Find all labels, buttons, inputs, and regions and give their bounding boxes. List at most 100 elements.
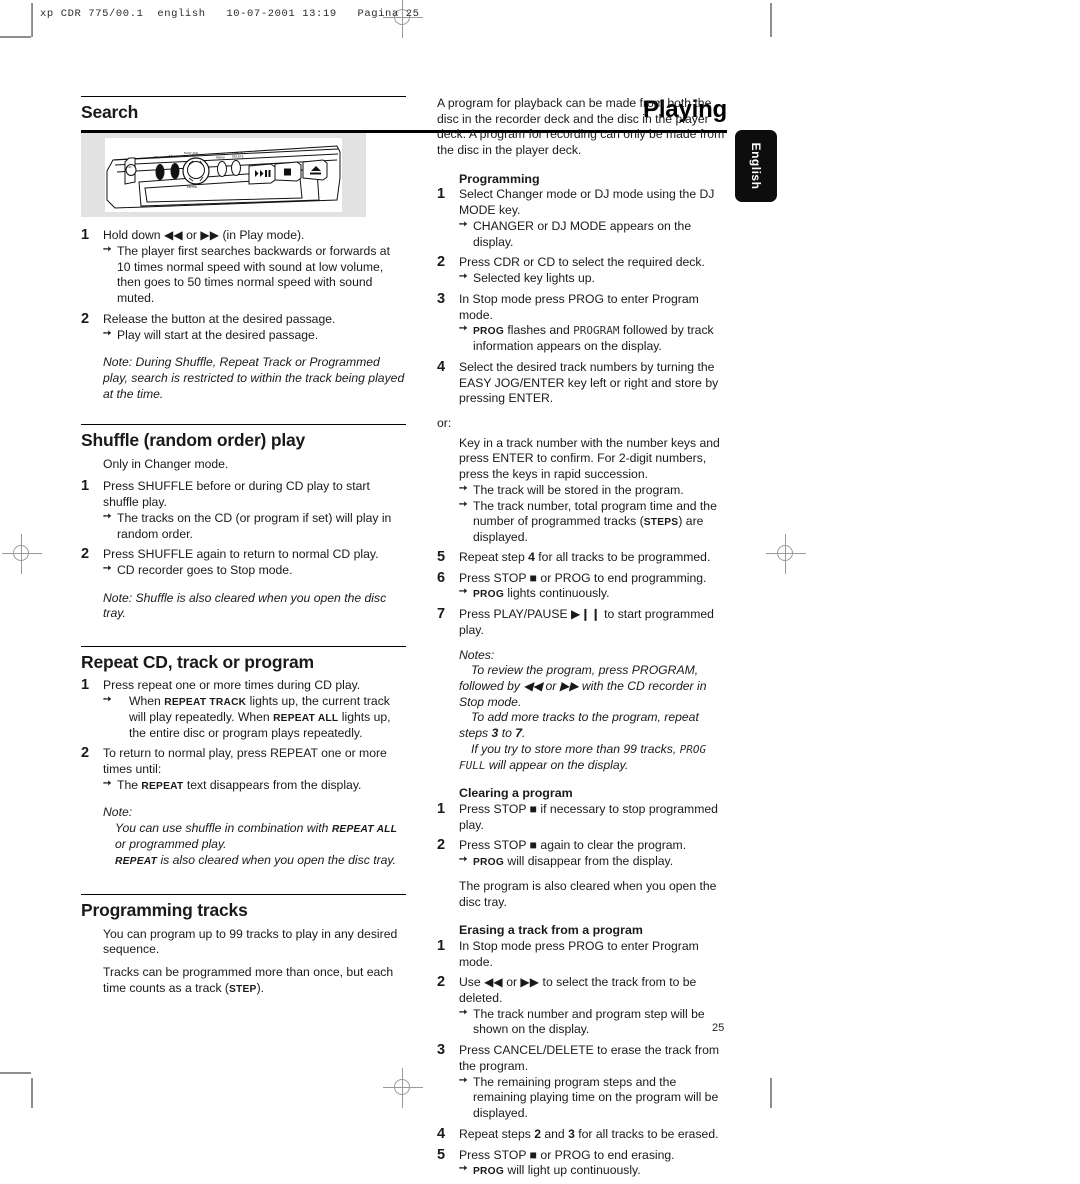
arrow-bullet-icon: ➙ [103,694,112,706]
stop-icon: ■ [529,838,538,853]
arrow-text: CD recorder goes to Stop mode. [117,563,293,577]
step-text: Press SHUFFLE before or during CD play t… [103,479,370,510]
heading-clearing-a-program: Clearing a program [459,786,573,801]
arrow-bullet-icon: ➙ [103,510,112,522]
repeat-step-1-arrow: ➙ When REPEAT TRACK lights up, the curre… [103,694,406,741]
stop-icon: ■ [529,570,538,585]
notes-label: Notes: [459,647,495,662]
step-text: In Stop mode press PROG to enter Program… [459,291,699,322]
erasing-step-4: 4 Repeat steps 2 and 3 for all tracks to… [437,1126,727,1143]
step-text-a: Use [459,975,485,990]
step-text-a: Press STOP [459,1147,530,1162]
step-text: Release the button at the desired passag… [103,311,336,326]
heading-programming: Programming [459,171,540,186]
step-text-a: Press PLAY/PAUSE [459,607,571,622]
arrow-text: The player first searches backwards or f… [117,243,390,306]
step-number: 2 [437,974,446,991]
heading-erasing-a-track: Erasing a track from a program [459,923,643,938]
programming-step-1: 1 Select Changer mode or DJ mode using t… [437,186,727,250]
arrow-bullet-icon: ➙ [459,586,468,598]
erasing-step-3: 3 Press CANCEL/DELETE to erase the track… [437,1042,727,1122]
step-number: 1 [437,800,446,817]
step-text: Press CANCEL/DELETE to erase the track f… [459,1043,720,1073]
step-text-b: or PROG to end programming. [537,570,707,585]
repeat-track-label: REPEAT TRACK [164,697,247,709]
prog-label: PROG [473,589,505,601]
arrow-bullet-icon: ➙ [459,271,468,283]
step-text: Select the desired track numbers by turn… [459,359,719,406]
svg-text:DELETE: DELETE [232,155,244,159]
search-step-1-arrow: ➙ The player first searches backwards or… [103,244,406,307]
clearing-closing: The program is also cleared when you ope… [459,878,717,909]
arrow-bullet-icon: ➙ [459,1074,468,1086]
step-text-b: and [540,1126,569,1141]
left-column: Search ◀◀ ▶▶ EASY JOG STOP/ MENU CANCEL/… [81,96,406,996]
arrow-text: will disappear from the display. [504,854,674,869]
shuffle-step-2: 2 Press SHUFFLE again to return to norma… [81,546,406,578]
figure-front-panel: ◀◀ ▶▶ EASY JOG STOP/MENU CANCEL/DELETE E… [81,133,366,218]
heading-shuffle: Shuffle (random order) play [81,424,406,452]
right-intro: A program for playback can be made from … [437,96,725,158]
programming-step-6: 6 Press STOP ■ or PROG to end programmin… [437,569,727,602]
programming-step-3-arrow: ➙ PROG flashes and PROGRAM followed by t… [459,323,727,354]
para-text-b: ). [256,980,265,995]
rewind-icon: ◀◀ [163,228,183,243]
page-content: Playing English Search ◀◀ ▶▶ EASY JOG ST… [0,0,1080,1177]
arrow-text-a: When [129,694,165,709]
step-number: 2 [437,254,446,271]
step-text-mid: or [182,228,201,243]
shuffle-step-1: 1 Press SHUFFLE before or during CD play… [81,478,406,542]
repeat-label: REPEAT [141,780,184,792]
step-text: Select Changer mode or DJ mode using the… [459,187,715,218]
or-arrow-1-row: ➙ The track will be stored in the progra… [459,483,727,499]
arrow-bullet-icon: ➙ [459,482,468,494]
search-step-2-arrow: ➙ Play will start at the desired passage… [103,328,406,344]
step-ref-2: 2 [534,1126,541,1141]
step-number: 6 [437,569,446,586]
step-number: 1 [437,937,446,954]
note-text-a: If you try to store more than 99 tracks, [471,741,680,756]
clearing-step-2-arrow: ➙ PROG will disappear from the display. [459,854,727,870]
step-text-a: Press STOP [459,838,530,853]
step-number: 1 [81,478,90,495]
arrow-text: lights continuously. [504,586,610,601]
step-number: 4 [437,358,446,375]
arrow-text: The track number and program step will b… [473,1006,705,1037]
step-text-a: Press STOP [459,570,530,585]
step-number: 3 [437,290,446,307]
step-text-a: Repeat step [459,549,529,564]
arrow-text: The track will be stored in the program. [473,482,684,497]
step-text: Press repeat one or more times during CD… [103,678,361,693]
step-number: 2 [437,837,446,854]
steps-label: STEPS [643,517,679,529]
arrow-bullet-icon: ➙ [103,777,112,789]
language-tab-label: English [749,142,763,190]
rewind-icon: ◀◀ [523,679,543,693]
programming-tracks-para-1: You can program up to 99 tracks to play … [103,926,398,957]
search-step-1: 1 Hold down ◀◀ or ▶▶ (in Play mode). ➙ T… [81,227,406,307]
svg-text:MENU: MENU [216,156,225,160]
repeat-note-line-1: You can use shuffle in combination with … [81,821,406,852]
programming-step-7: 7 Press PLAY/PAUSE ▶❙❙ to start programm… [437,606,727,638]
or-arrow-2: ➙ The track number, total program time a… [437,499,727,546]
step-number: 2 [81,546,90,563]
step-text-a: Press STOP [459,801,530,816]
svg-text:◀◀: ◀◀ [153,155,158,159]
step-label: STEP [228,983,257,995]
step-number: 2 [81,745,90,762]
arrow-text: CHANGER or DJ MODE appears on the displa… [473,218,692,249]
note-mid: or [542,679,560,693]
step-number: 7 [437,606,446,623]
step-text-b: or PROG to end erasing. [537,1147,675,1162]
prog-label: PROG [473,857,505,869]
programming-note-2: To add more tracks to the program, repea… [437,710,727,741]
step-number: 2 [81,310,90,327]
rewind-icon: ◀◀ [484,975,503,990]
erasing-step-5: 5 Press STOP ■ or PROG to end erasing. ➙… [437,1147,727,1179]
note-text-c: is also cleared when you open the disc t… [157,852,396,867]
note-text-a: You can use shuffle in combination with [115,821,332,836]
programming-step-2: 2 Press CDR or CD to select the required… [437,254,727,286]
arrow-text-b: text disappears from the display. [183,777,362,792]
step-text-c: for all tracks to be erased. [574,1126,719,1141]
arrow-text: Play will start at the desired passage. [117,327,319,342]
